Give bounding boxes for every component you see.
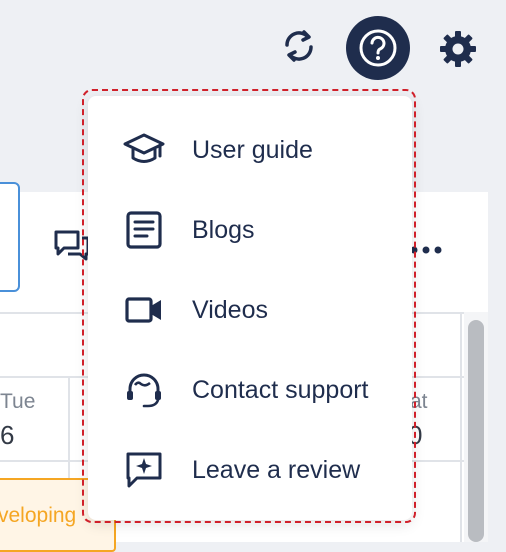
menu-item-videos[interactable]: Videos bbox=[88, 270, 412, 350]
video-camera-icon bbox=[122, 288, 166, 332]
grid-divider bbox=[460, 312, 462, 542]
chat-icon[interactable] bbox=[52, 228, 92, 262]
menu-item-contact-support[interactable]: Contact support bbox=[88, 350, 412, 430]
document-icon bbox=[122, 208, 166, 252]
day-number: 6 bbox=[0, 420, 15, 450]
day-label: Tue bbox=[0, 390, 36, 413]
calendar-event-title: veloping bbox=[0, 504, 77, 527]
menu-item-label: Videos bbox=[192, 295, 268, 324]
menu-item-user-guide[interactable]: User guide bbox=[88, 110, 412, 190]
help-button[interactable] bbox=[346, 16, 410, 80]
more-options-icon[interactable] bbox=[408, 238, 448, 258]
help-icon bbox=[359, 29, 397, 67]
graduation-cap-icon bbox=[122, 128, 166, 172]
menu-item-label: Contact support bbox=[192, 375, 369, 404]
scrollbar-thumb[interactable] bbox=[468, 320, 484, 542]
sync-icon[interactable] bbox=[278, 25, 320, 67]
menu-item-label: Leave a review bbox=[192, 455, 361, 484]
help-dropdown-menu: User guide Blogs Videos Contact support … bbox=[88, 96, 412, 520]
day-label: at bbox=[410, 390, 428, 413]
gear-icon[interactable] bbox=[436, 27, 480, 71]
menu-item-label: User guide bbox=[192, 135, 313, 164]
review-bubble-icon bbox=[122, 448, 166, 492]
menu-item-leave-review[interactable]: Leave a review bbox=[88, 430, 412, 510]
headset-icon bbox=[122, 368, 166, 412]
search-input[interactable] bbox=[0, 182, 20, 292]
menu-item-label: Blogs bbox=[192, 215, 255, 244]
menu-item-blogs[interactable]: Blogs bbox=[88, 190, 412, 270]
